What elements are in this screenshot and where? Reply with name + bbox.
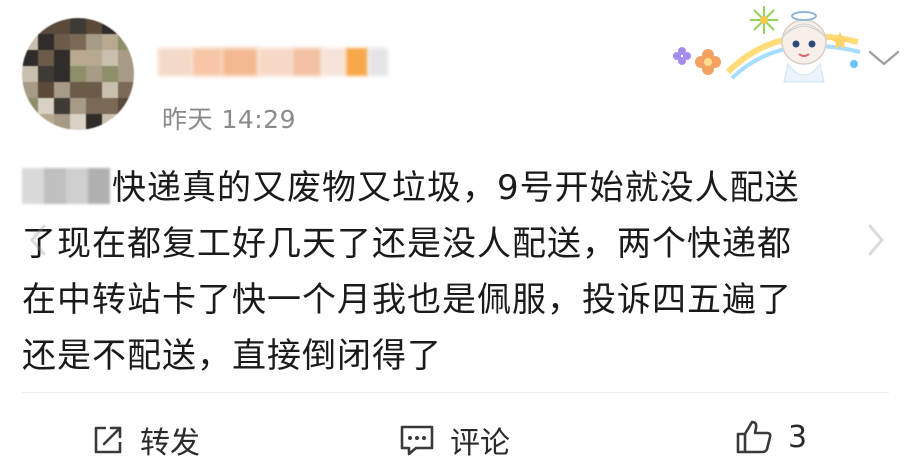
post-text: 还是不配送，直接倒闭得了 [22,336,442,376]
like-button[interactable]: 3 [734,418,807,456]
post-line: 快递真的又废物又垃圾，9号开始就没人配送 [22,160,888,216]
comment-label: 评论 [450,426,510,461]
post-timestamp: 昨天 14:29 [162,105,296,134]
post-line: 在中转站卡了快一个月我也是佩服，投诉四五遍了 [22,272,888,328]
chevron-down-icon[interactable] [866,46,902,70]
divider [22,392,889,393]
comment-icon [400,425,434,456]
action-bar: 转发 评论 3 [0,418,911,468]
thumbs-up-icon [736,420,772,454]
decoration-badge-icon [673,6,861,83]
repost-button[interactable]: 转发 [90,418,200,462]
avatar[interactable] [22,18,134,130]
like-count: 3 [788,419,808,455]
share-icon [94,426,122,454]
post-line: 了现在都复工好几天了还是没人配送，两个快递都 [22,216,888,272]
comment-button[interactable]: 评论 [398,418,510,462]
mention-user[interactable] [22,168,110,204]
post-text: 在中转站卡了快一个月我也是佩服，投诉四五遍了 [22,280,792,320]
post-line: 还是不配送，直接倒闭得了 [22,328,888,384]
next-arrow-icon[interactable] [864,222,888,258]
username[interactable] [158,42,388,82]
post-text: 快递真的又废物又垃圾，9号开始就没人配送 [112,168,800,208]
post-content: 快递真的又废物又垃圾，9号开始就没人配送 了现在都复工好几天了还是没人配送，两个… [22,160,888,384]
prev-arrow-icon[interactable] [26,222,50,258]
repost-label: 转发 [140,426,200,461]
post-text: 了现在都复工好几天了还是没人配送，两个快递都 [22,224,792,264]
